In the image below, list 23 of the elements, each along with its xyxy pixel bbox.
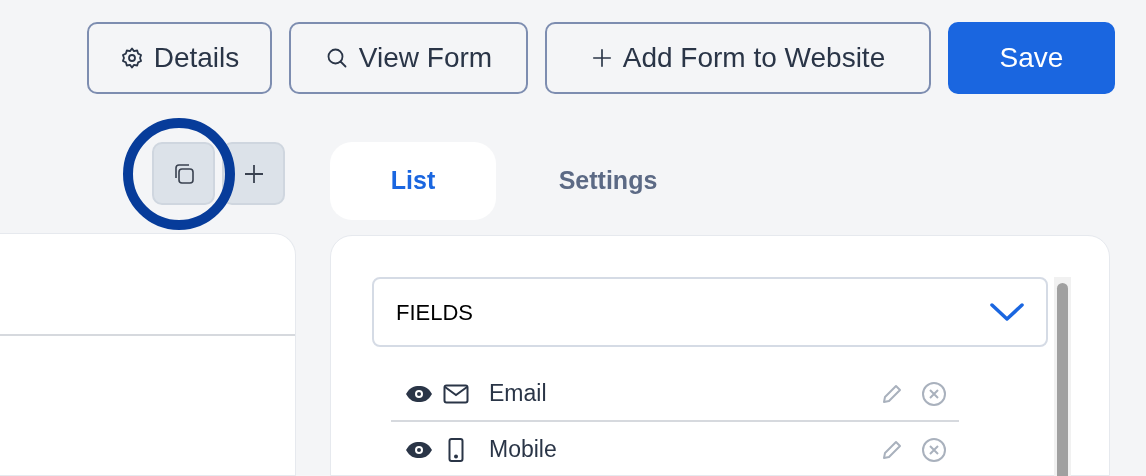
eye-icon[interactable] bbox=[405, 384, 433, 403]
toolbar-button[interactable]: View Form bbox=[289, 22, 528, 94]
plus-icon bbox=[590, 47, 613, 69]
eye-icon[interactable] bbox=[405, 440, 433, 459]
pencil-icon[interactable] bbox=[881, 438, 903, 461]
fields-dropdown[interactable]: FIELDS bbox=[372, 277, 1048, 347]
settings-icon bbox=[119, 46, 144, 70]
envelope-icon bbox=[443, 383, 469, 404]
save-button[interactable]: Save bbox=[948, 22, 1115, 94]
chevron-down-icon bbox=[990, 302, 1024, 322]
tab[interactable]: Settings bbox=[496, 142, 720, 220]
copy-button[interactable] bbox=[152, 142, 215, 205]
field-label: Email bbox=[489, 379, 548, 409]
close-icon[interactable] bbox=[921, 436, 947, 463]
field-label: Mobile bbox=[489, 435, 558, 465]
pencil-icon[interactable] bbox=[881, 382, 903, 405]
toolbar-button[interactable]: Details bbox=[87, 22, 272, 94]
plus-icon bbox=[243, 163, 264, 184]
toolbar-button[interactable]: Add Form to Website bbox=[545, 22, 931, 94]
tab[interactable]: List bbox=[330, 142, 496, 220]
close-icon[interactable] bbox=[921, 380, 947, 407]
scrollbar[interactable] bbox=[1054, 277, 1071, 476]
phone-icon bbox=[448, 437, 464, 462]
